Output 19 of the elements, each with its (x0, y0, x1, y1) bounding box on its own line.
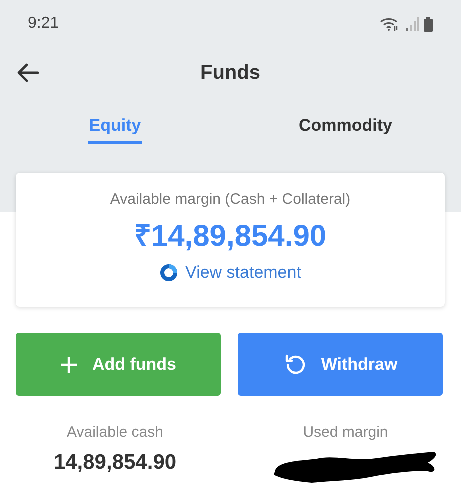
stat-label: Available cash (67, 424, 164, 441)
loading-ring-icon (160, 264, 178, 282)
undo-icon (283, 352, 308, 376)
stat-value: 14,89,854.90 (54, 451, 177, 475)
back-icon[interactable] (16, 63, 40, 83)
plus-icon (60, 356, 78, 374)
withdraw-button[interactable]: Withdraw (238, 333, 443, 396)
margin-amount: ₹14,89,854.90 (134, 219, 327, 255)
wifi-icon (380, 17, 400, 31)
signal-icon (405, 17, 419, 31)
status-time: 9:21 (28, 15, 60, 33)
margin-label: Available margin (Cash + Collateral) (110, 191, 351, 208)
tab[interactable]: Equity (88, 98, 142, 144)
page-title: Funds (200, 62, 260, 84)
view-statement-link[interactable]: View statement (186, 263, 302, 283)
add-funds-button[interactable]: Add funds (16, 333, 221, 396)
tab[interactable]: Commodity (299, 98, 392, 144)
battery-icon (424, 16, 433, 32)
stat-label: Used margin (303, 424, 388, 441)
